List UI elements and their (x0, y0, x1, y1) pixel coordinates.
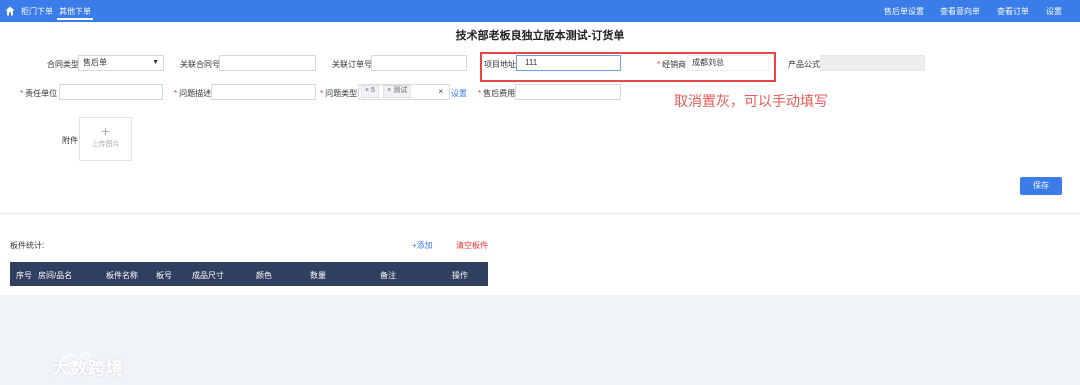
after-sales-fee-label: * 售后费用 (478, 89, 516, 98)
attachment-label: 附件 (62, 136, 78, 145)
plus-icon: + (101, 123, 110, 139)
column-header: 板件名称 (106, 271, 138, 280)
problem-type-settings-link[interactable]: 设置 (451, 88, 467, 99)
column-header: 序号 (16, 271, 32, 280)
after-sales-fee-input[interactable] (515, 84, 621, 100)
panel-table-header: 序号 房间/品名 板件名称 板号 成品尺寸 颜色 数量 备注 操作 (10, 262, 488, 286)
responsible-unit-input[interactable] (59, 84, 163, 100)
home-icon[interactable] (5, 6, 15, 16)
save-button[interactable]: 保存 (1020, 177, 1062, 195)
contract-type-select[interactable]: 售后单 ▼ (78, 55, 164, 71)
column-header: 房间/品名 (38, 271, 73, 280)
after-sales-settings-link[interactable]: 售后单设置 (884, 6, 924, 17)
caret-down-icon: ▼ (152, 59, 159, 66)
add-panel-button[interactable]: +添加 (412, 240, 433, 251)
upload-image-label: 上传图片 (91, 141, 120, 148)
product-formula-input[interactable] (820, 55, 925, 71)
linked-order-input[interactable] (371, 55, 467, 71)
problem-desc-input[interactable] (211, 84, 316, 100)
problem-type-label: * 问题类型 (320, 89, 358, 98)
linked-order-label: 关联订单号 (332, 60, 372, 69)
linked-contract-input[interactable] (219, 55, 316, 71)
view-orders-link[interactable]: 查看订单 (997, 6, 1029, 17)
problem-type-multiselect[interactable]: × 5 × 测试 × (358, 84, 450, 100)
column-header: 颜色 (256, 271, 272, 280)
top-nav-bar: 柜门下单 其他下单 售后单设置 查看意向单 查看订单 设置 (0, 0, 1080, 22)
clear-panels-button[interactable]: 清空板件 (456, 240, 488, 251)
clear-icon[interactable]: × (438, 85, 443, 99)
column-header: 数量 (310, 271, 326, 280)
watermark-text: 大数跨境 (52, 359, 124, 378)
annotation-text: 取消置灰，可以手动填写 (674, 93, 828, 109)
settings-link[interactable]: 设置 (1046, 6, 1062, 17)
contract-type-label: 合同类型 (47, 60, 79, 69)
panel-stats-label: 板件统计: (10, 241, 45, 250)
upload-image-button[interactable]: + 上传图片 (79, 117, 132, 161)
linked-contract-label: 关联合同号 (180, 60, 220, 69)
page-title: 技术部老板良独立版本测试-订货单 (455, 30, 625, 42)
highlight-box (480, 52, 776, 82)
tab-cabinet-order[interactable]: 柜门下单 (19, 5, 55, 18)
column-header: 备注 (380, 271, 396, 280)
order-form-panel: 技术部老板良独立版本测试-订货单 (0, 22, 1080, 212)
column-header: 成品尺寸 (192, 271, 224, 280)
view-intent-orders-link[interactable]: 查看意向单 (940, 6, 980, 17)
tag-chip[interactable]: × 5 (361, 85, 379, 99)
column-header: 板号 (156, 271, 172, 280)
responsible-unit-label: * 责任单位 (20, 89, 58, 98)
product-formula-label: 产品公式 (788, 60, 820, 69)
problem-desc-label: * 问题描述 (174, 89, 212, 98)
contract-type-value: 售后单 (83, 58, 107, 67)
tab-other-order[interactable]: 其他下单 (57, 5, 93, 20)
column-header: 操作 (452, 271, 468, 280)
tag-chip[interactable]: × 测试 (383, 85, 412, 99)
